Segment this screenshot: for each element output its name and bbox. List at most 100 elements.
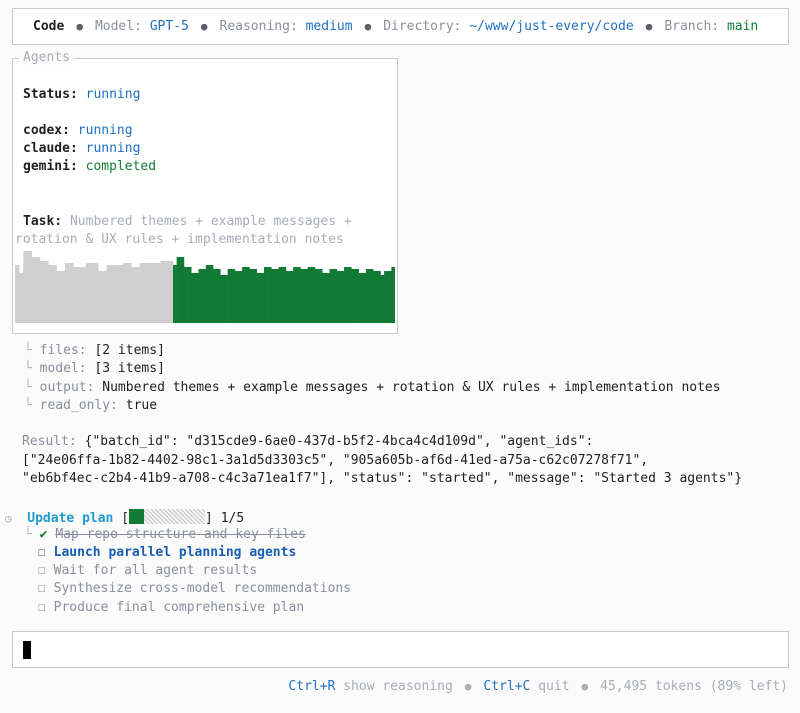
shortcut-key: Ctrl+R: [288, 679, 336, 694]
separator-dot: ●: [76, 20, 83, 33]
separator-dot: ●: [200, 20, 208, 33]
plan-item-pending: ☐ Synthesize cross-model recommendations: [38, 581, 351, 596]
activity-bar-complete: [362, 273, 367, 323]
activity-bar-complete: [180, 257, 185, 323]
separator-dot: ●: [645, 20, 653, 33]
activity-bar-pending: [160, 261, 165, 323]
activity-bar-pending: [35, 257, 41, 323]
activity-bar-complete: [260, 273, 265, 323]
activity-bar-complete: [300, 269, 305, 323]
detail-key: files:: [39, 343, 87, 358]
activity-bar-complete: [369, 269, 374, 323]
activity-bar-pending: [81, 267, 86, 323]
activity-bar-pending: [168, 261, 174, 323]
activity-bar-pending: [23, 251, 28, 323]
branch-label: Branch:: [664, 19, 720, 34]
activity-bar-pending: [48, 265, 53, 323]
activity-bar-complete: [267, 267, 272, 323]
activity-bar-pending: [135, 267, 141, 323]
activity-bar-complete: [358, 273, 363, 323]
token-count: 45,495 tokens (89% left): [600, 679, 788, 694]
agent-state: running: [77, 123, 133, 138]
activity-bar-complete: [336, 271, 341, 323]
activity-bar-complete: [216, 269, 221, 323]
tree-branch: └: [24, 361, 40, 376]
activity-bar-pending: [27, 251, 32, 323]
activity-bar-complete: [289, 271, 294, 323]
detail-value: [3 items]: [94, 361, 165, 376]
activity-bar-complete: [347, 267, 352, 323]
composer-input[interactable]: [12, 631, 789, 668]
activity-bar-pending: [69, 263, 74, 323]
activity-bar-complete: [311, 267, 316, 323]
agents-panel-title: Agents: [19, 50, 74, 65]
plan-item-active: ☐ Launch parallel planning agents: [38, 545, 296, 560]
activity-bar-pending: [89, 263, 95, 323]
activity-bar-complete: [373, 271, 378, 323]
agent-name: gemini:: [23, 159, 78, 174]
activity-bar-pending: [15, 265, 20, 323]
activity-bar-pending: [106, 265, 111, 323]
activity-bar-complete: [376, 271, 381, 323]
activity-bar-pending: [19, 273, 24, 323]
activity-bar-complete: [242, 267, 247, 323]
tree-branch: └: [24, 398, 40, 413]
activity-bar-pending: [118, 265, 124, 323]
activity-bar-complete: [340, 271, 345, 323]
activity-bar-complete: [202, 269, 207, 323]
activity-bar-complete: [344, 267, 348, 323]
shortcut-text: quit: [538, 679, 570, 694]
task-line-1: Task: Numbered themes + example messages…: [23, 214, 352, 229]
app-name: Code: [33, 19, 65, 34]
result-line-2: ["24e06ffa-1b82-4402-98c1-3a1d5d3303c5",…: [22, 453, 649, 468]
activity-bar-complete: [220, 275, 225, 323]
activity-bar-pending: [143, 263, 149, 323]
activity-bar-complete: [278, 267, 283, 323]
detail-key: read_only:: [39, 398, 118, 413]
activity-bar-pending: [148, 263, 153, 323]
activity-bar-pending: [156, 263, 161, 323]
model-value: GPT-5: [149, 19, 189, 34]
tree-branch: └: [24, 527, 40, 542]
status-header: Code ● Model: GPT-5 ● Reasoning: medium …: [12, 8, 789, 45]
activity-bar-complete: [198, 269, 203, 323]
agent-name: codex:: [23, 123, 70, 138]
separator-dot: ●: [581, 680, 589, 693]
activity-bar-pending: [110, 265, 116, 323]
activity-bar-complete: [271, 269, 276, 323]
detail-files: └ files: [2 items]: [24, 343, 165, 358]
activity-bar-complete: [173, 265, 177, 323]
activity-bar-complete: [213, 269, 217, 323]
activity-bar-complete: [391, 267, 395, 323]
detail-key: output:: [39, 380, 95, 395]
result-line-1: Result: {"batch_id": "d315cde9-6ae0-437d…: [22, 434, 593, 449]
activity-bar-pending: [52, 265, 57, 323]
detail-output: └ output: Numbered themes + example mess…: [24, 380, 721, 395]
activity-bar-complete: [384, 271, 389, 323]
footer-hints: Ctrl+R show reasoning ● Ctrl+C quit ● 45,495…: [288, 679, 788, 694]
activity-bar-complete: [282, 267, 287, 323]
detail-value: [2 items]: [94, 343, 165, 358]
detail-value: true: [125, 398, 158, 413]
activity-bar-complete: [234, 271, 239, 323]
status-label: Status:: [23, 87, 78, 102]
activity-bar-complete: [227, 269, 232, 323]
detail-key: model:: [39, 361, 87, 376]
check-icon: ✔: [39, 527, 48, 542]
activity-bar-complete: [245, 267, 250, 323]
reasoning-value: medium: [305, 19, 353, 34]
activity-bar-complete: [183, 267, 188, 323]
activity-bar-complete: [380, 275, 385, 323]
text-cursor: [23, 641, 31, 659]
activity-bar-complete: [365, 269, 370, 323]
checkbox-icon: ☐: [38, 581, 46, 596]
status-value: running: [85, 87, 141, 102]
bracket-close: ]: [205, 511, 213, 526]
activity-bar-complete: [318, 269, 323, 323]
agent-row-claude: claude: running: [23, 141, 140, 156]
separator-dot: ●: [364, 20, 372, 33]
agent-row-gemini: gemini: completed: [23, 159, 156, 174]
activity-bar-complete: [274, 269, 279, 323]
plan-item-text: Launch parallel planning agents: [53, 545, 297, 560]
agent-row-codex: codex: running: [23, 123, 133, 138]
